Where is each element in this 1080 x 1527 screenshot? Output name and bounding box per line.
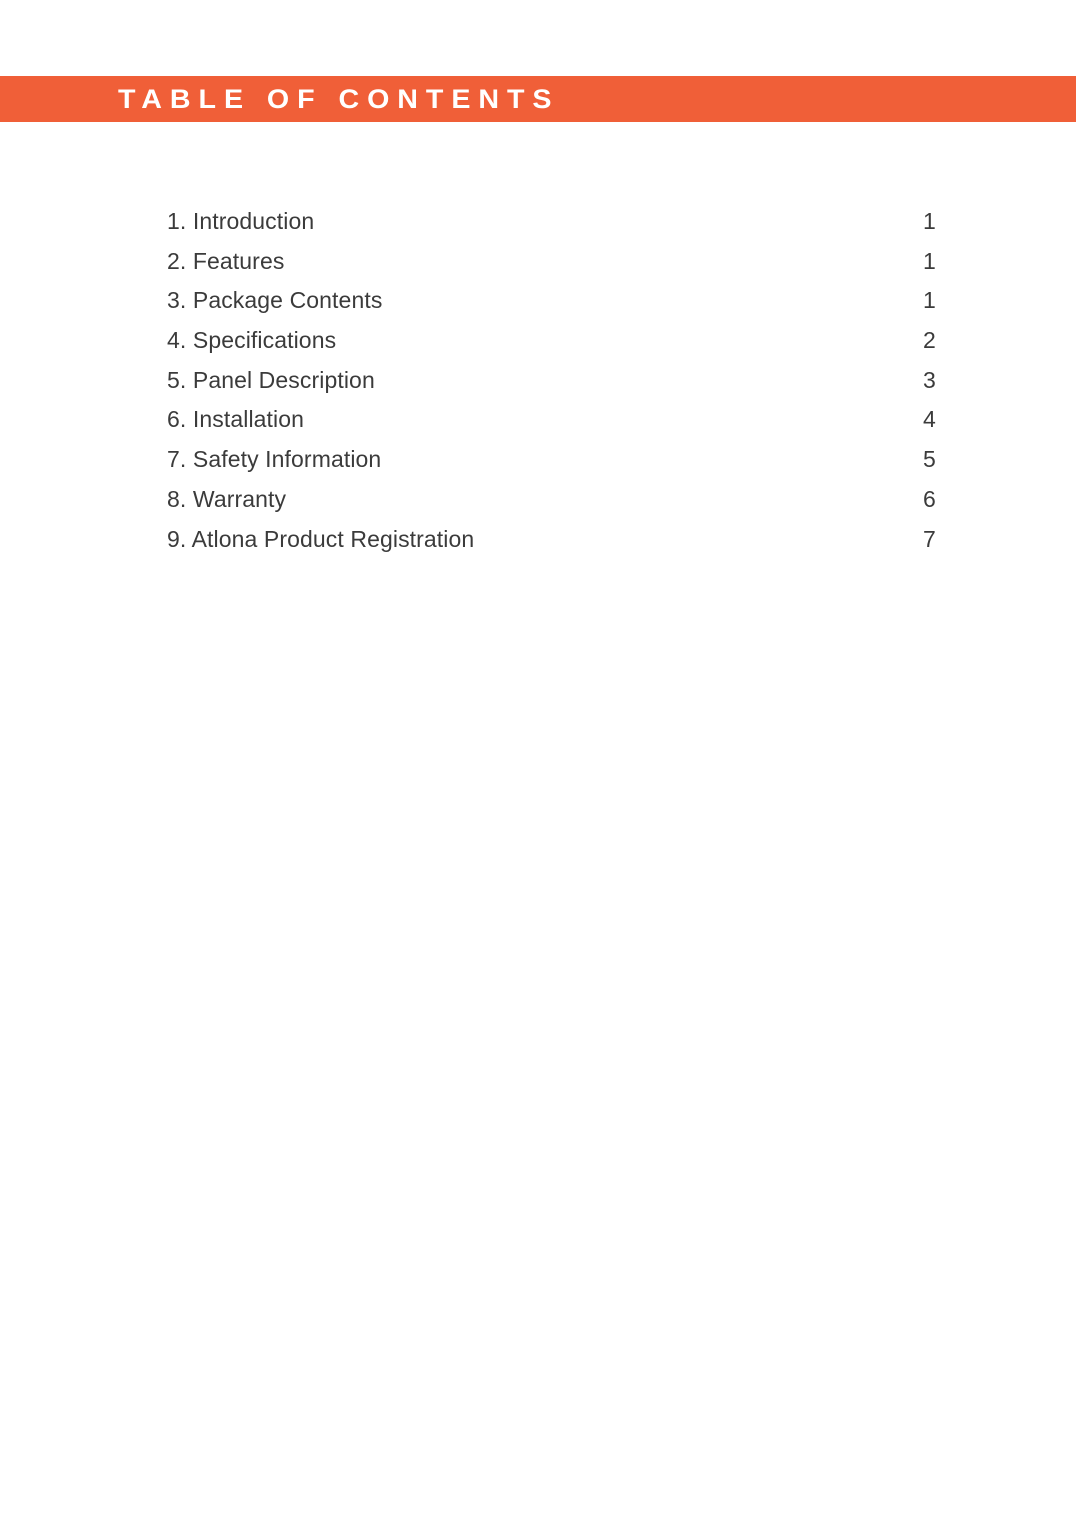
toc-entry-label: 7. Safety Information [167, 446, 382, 473]
toc-entry-page-number: 1 [923, 247, 936, 274]
toc-entry[interactable]: 6. Installation 4 [167, 400, 957, 440]
toc-entry-label: 2. Features [167, 247, 285, 274]
toc-entry-page-number: 2 [923, 327, 936, 354]
toc-entry-label: 5. Panel Description [167, 366, 375, 393]
toc-entry[interactable]: 9. Atlona Product Registration 7 [167, 520, 957, 560]
toc-leader-dots [465, 365, 917, 388]
toc-leader-dots [465, 325, 917, 348]
toc-entry-page-number: 5 [923, 446, 936, 473]
toc-leader-dots [465, 444, 917, 467]
toc-entry[interactable]: 1. Introduction 1 [167, 202, 957, 242]
toc-entry-label: 8. Warranty [167, 485, 287, 512]
toc-entry[interactable]: 8. Warranty 6 [167, 480, 957, 520]
toc-entry-page-number: 6 [923, 485, 936, 512]
toc-leader-dots [465, 404, 917, 427]
toc-entry-page-number: 1 [923, 287, 936, 314]
page-title: TABLE OF CONTENTS [118, 83, 560, 114]
table-of-contents-list: 1. Introduction 1 2. Features 1 3. Packa… [167, 202, 957, 559]
document-page: TABLE OF CONTENTS 1. Introduction 1 2. F… [0, 0, 1080, 1527]
toc-entry[interactable]: 5. Panel Description 3 [167, 361, 957, 401]
toc-entry-label: 3. Package Contents [167, 287, 383, 314]
toc-entry-label: 1. Introduction [167, 208, 315, 234]
toc-entry-page-number: 4 [923, 406, 936, 433]
toc-leader-dots [465, 484, 917, 507]
toc-leader-dots [465, 285, 917, 308]
toc-entry[interactable]: 4. Specifications 2 [167, 321, 957, 361]
toc-leader-dots [465, 246, 917, 269]
toc-entry-label: 4. Specifications [167, 327, 337, 354]
table-of-contents-banner: TABLE OF CONTENTS [0, 76, 1076, 122]
toc-entry[interactable]: 2. Features 1 [167, 242, 957, 282]
toc-entry-page-number: 1 [923, 208, 936, 234]
toc-entry[interactable]: 7. Safety Information 5 [167, 440, 957, 480]
toc-leader-dots [488, 524, 917, 547]
toc-entry-label: 6. Installation [167, 406, 305, 433]
toc-entry[interactable]: 3. Package Contents 1 [167, 281, 957, 321]
toc-entry-label: 9. Atlona Product Registration [167, 525, 475, 552]
toc-leader-dots [465, 206, 917, 229]
toc-entry-page-number: 7 [923, 525, 936, 552]
toc-entry-page-number: 3 [923, 366, 936, 393]
